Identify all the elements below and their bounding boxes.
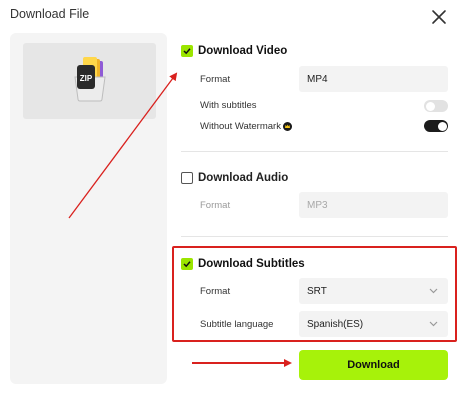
svg-text:ZIP: ZIP bbox=[80, 74, 93, 83]
download-button[interactable]: Download bbox=[299, 350, 448, 380]
dialog-title: Download File bbox=[10, 7, 90, 21]
file-thumbnail: ZIP bbox=[23, 43, 156, 119]
divider bbox=[181, 236, 448, 237]
divider bbox=[181, 151, 448, 152]
audio-format-select[interactable]: MP3 bbox=[299, 192, 448, 218]
video-checkbox[interactable] bbox=[181, 45, 193, 57]
audio-format-value: MP3 bbox=[307, 199, 328, 211]
without-watermark-toggle[interactable] bbox=[424, 120, 448, 132]
close-icon[interactable] bbox=[430, 8, 448, 26]
audio-checkbox[interactable] bbox=[181, 172, 193, 184]
without-watermark-label: Without Watermark bbox=[200, 121, 281, 132]
download-file-dialog: Download File ZIP Download Video Format … bbox=[0, 0, 458, 400]
video-format-label: Format bbox=[200, 74, 231, 85]
video-format-select[interactable]: MP4 bbox=[299, 66, 448, 92]
video-format-value: MP4 bbox=[307, 73, 328, 85]
audio-format-label: Format bbox=[200, 200, 231, 211]
audio-section-title: Download Audio bbox=[198, 172, 289, 184]
with-subtitles-toggle[interactable] bbox=[424, 100, 448, 112]
zip-archive-icon: ZIP bbox=[69, 55, 111, 103]
crown-icon bbox=[283, 122, 292, 131]
with-subtitles-label: With subtitles bbox=[200, 100, 257, 111]
preview-panel: ZIP bbox=[10, 33, 167, 384]
video-section-title: Download Video bbox=[198, 45, 288, 57]
subtitles-highlight-box bbox=[172, 246, 457, 342]
